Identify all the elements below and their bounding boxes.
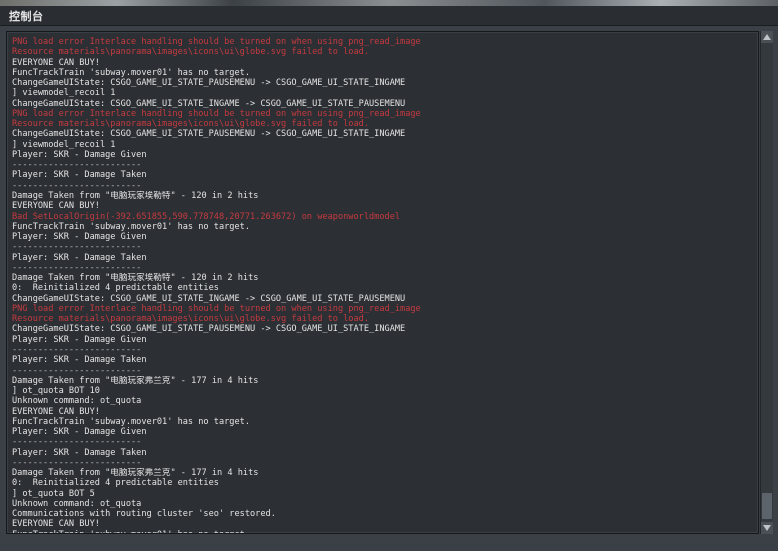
console-line: Player: SKR - Damage Taken bbox=[12, 170, 147, 181]
console-line: 0: Reinitialized 4 predictable entities bbox=[12, 283, 219, 294]
console-error-line: Resource materials\panorama\images\icons… bbox=[12, 47, 369, 58]
console-separator-line: ------------------------- bbox=[12, 180, 142, 191]
console-line: FuncTrackTrain 'subway.mover01' has no t… bbox=[12, 221, 250, 232]
console-line: FuncTrackTrain 'subway.mover01' has no t… bbox=[12, 416, 250, 427]
console-separator-line: ------------------------- bbox=[12, 344, 142, 355]
console-line: Unknown command: ot_quota bbox=[12, 498, 142, 509]
scroll-down-button[interactable] bbox=[761, 522, 773, 534]
console-line: EVERYONE CAN BUY! bbox=[12, 57, 100, 68]
console-line: EVERYONE CAN BUY! bbox=[12, 201, 100, 212]
console-titlebar[interactable]: 控制台 bbox=[0, 6, 778, 26]
console-line: Player: SKR - Damage Given bbox=[12, 427, 147, 438]
console-line: EVERYONE CAN BUY! bbox=[12, 406, 100, 417]
console-separator-line: ------------------------- bbox=[12, 242, 142, 253]
arrow-up-icon bbox=[763, 34, 771, 40]
console-line: Damage Taken from "电脑玩家埃勒特" - 120 in 2 h… bbox=[12, 273, 259, 284]
console-scrollbar[interactable] bbox=[760, 31, 773, 534]
console-line: Damage Taken from "电脑玩家弗兰克" - 177 in 4 h… bbox=[12, 375, 259, 386]
console-line: Player: SKR - Damage Given bbox=[12, 334, 147, 345]
console-line: ChangeGameUIState: CSGO_GAME_UI_STATE_PA… bbox=[12, 324, 406, 335]
console-line: ] viewmodel_recoil 1 bbox=[12, 88, 116, 99]
window-title: 控制台 bbox=[9, 10, 44, 23]
console-separator-line: ------------------------- bbox=[12, 457, 142, 468]
console-error-line: PNG load error Interlace handling should… bbox=[12, 303, 421, 314]
console-output[interactable]: PNG load error Interlace handling should… bbox=[6, 31, 759, 534]
console-line: FuncTrackTrain 'subway.mover01' has no t… bbox=[12, 530, 758, 533]
console-error-line: PNG load error Interlace handling should… bbox=[12, 108, 421, 119]
console-line: Damage Taken from "电脑玩家埃勒特" - 120 in 2 h… bbox=[12, 190, 259, 201]
console-error-line: Bad SetLocalOrigin(-392.651855,590.77874… bbox=[12, 211, 401, 222]
console-line: Damage Taken from "电脑玩家弗兰克" - 177 in 4 h… bbox=[12, 468, 259, 479]
console-line: Player: SKR - Damage Taken bbox=[12, 252, 147, 263]
console-window: PNG load error Interlace handling should… bbox=[0, 26, 778, 551]
console-line: ChangeGameUIState: CSGO_GAME_UI_STATE_IN… bbox=[12, 98, 406, 109]
console-line: Player: SKR - Damage Taken bbox=[12, 447, 147, 458]
console-line: ] ot_quota BOT 10 bbox=[12, 386, 100, 397]
console-line: ChangeGameUIState: CSGO_GAME_UI_STATE_IN… bbox=[12, 293, 406, 304]
console-line: Player: SKR - Damage Given bbox=[12, 149, 147, 160]
console-line: Communications with routing cluster 'seo… bbox=[12, 509, 276, 520]
console-line: ChangeGameUIState: CSGO_GAME_UI_STATE_PA… bbox=[12, 78, 406, 89]
console-log: PNG load error Interlace handling should… bbox=[12, 37, 758, 533]
console-separator-line: ------------------------- bbox=[12, 262, 142, 273]
console-separator-line: ------------------------- bbox=[12, 437, 142, 448]
console-error-line: Resource materials\panorama\images\icons… bbox=[12, 314, 369, 325]
console-line: Unknown command: ot_quota bbox=[12, 396, 142, 407]
console-line: FuncTrackTrain 'subway.mover01' has no t… bbox=[12, 67, 250, 78]
console-line: ] viewmodel_recoil 1 bbox=[12, 139, 116, 150]
console-error-line: PNG load error Interlace handling should… bbox=[12, 37, 421, 47]
scroll-up-button[interactable] bbox=[761, 31, 773, 43]
console-line: Player: SKR - Damage Given bbox=[12, 232, 147, 243]
console-separator-line: ------------------------- bbox=[12, 160, 142, 171]
console-separator-line: ------------------------- bbox=[12, 365, 142, 376]
scroll-thumb[interactable] bbox=[762, 493, 772, 519]
console-line: ] ot_quota BOT 5 bbox=[12, 488, 95, 499]
console-line: ChangeGameUIState: CSGO_GAME_UI_STATE_PA… bbox=[12, 129, 406, 140]
console-error-line: Resource materials\panorama\images\icons… bbox=[12, 119, 369, 130]
console-line: 0: Reinitialized 4 predictable entities bbox=[12, 478, 219, 489]
arrow-down-icon bbox=[763, 525, 771, 531]
console-line: Player: SKR - Damage Taken bbox=[12, 355, 147, 366]
console-line: EVERYONE CAN BUY! bbox=[12, 519, 100, 530]
